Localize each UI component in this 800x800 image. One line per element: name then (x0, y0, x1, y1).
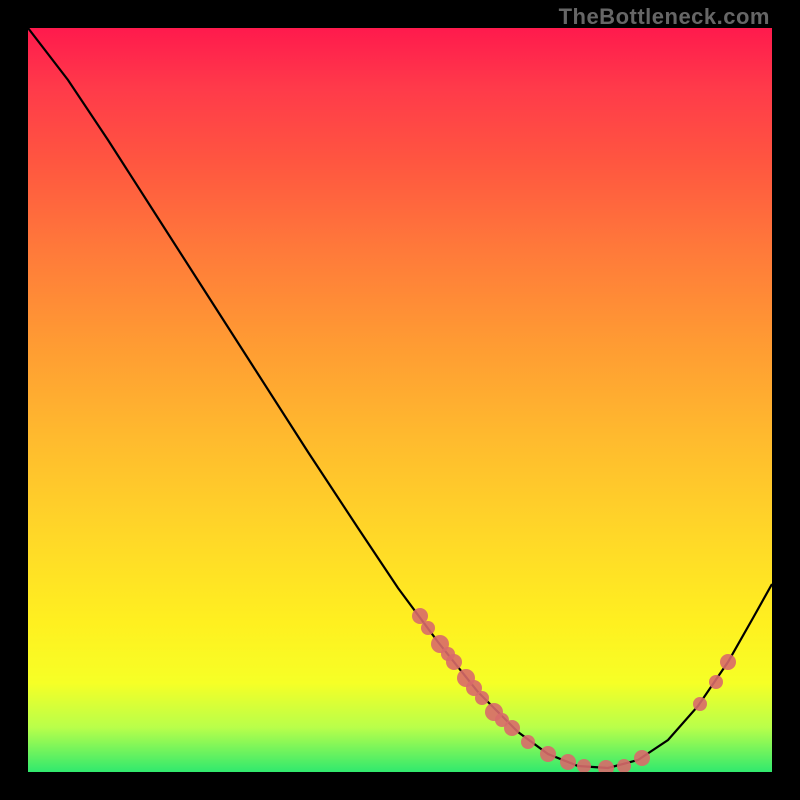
highlight-dot (617, 759, 631, 772)
attribution-text: TheBottleneck.com (559, 4, 770, 30)
highlight-dot (577, 759, 591, 772)
highlight-dot (475, 691, 489, 705)
highlight-dot (504, 720, 520, 736)
highlight-dot (720, 654, 736, 670)
highlight-dot (709, 675, 723, 689)
highlight-dot (521, 735, 535, 749)
highlight-dot (693, 697, 707, 711)
highlight-dot (446, 654, 462, 670)
highlight-dots (412, 608, 736, 772)
highlight-dot (540, 746, 556, 762)
highlight-dot (560, 754, 576, 770)
highlight-dot (634, 750, 650, 766)
chart-frame (28, 28, 772, 772)
highlight-dot (598, 760, 614, 772)
chart-svg (28, 28, 772, 772)
bottleneck-curve (28, 28, 772, 768)
highlight-dot (421, 621, 435, 635)
